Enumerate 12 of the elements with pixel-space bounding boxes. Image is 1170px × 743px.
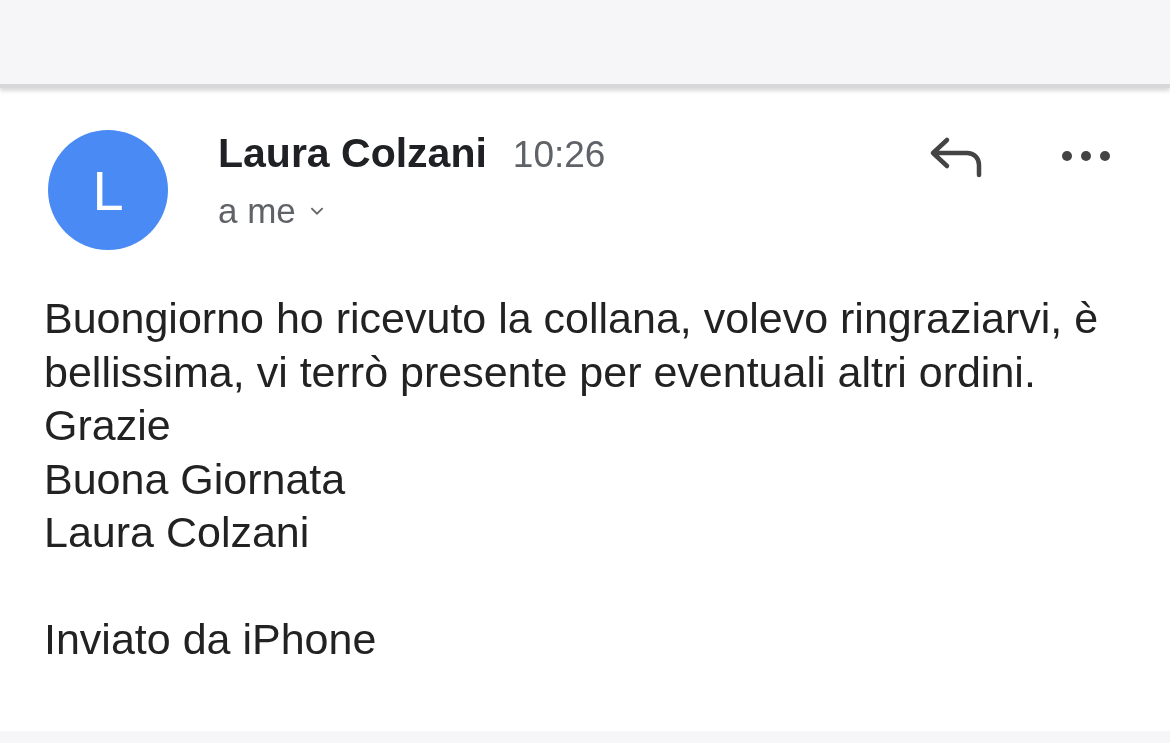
message-time: 10:26 [512, 134, 606, 176]
message-text: Buona Giornata [44, 453, 347, 505]
chevron-icon [309, 206, 324, 216]
message-text: Grazie [44, 400, 172, 451]
message-text: Buongiorno ho ricevuto la collana, volevo ringraziarvi, è [44, 293, 1100, 344]
recipient-toggle[interactable]: a me [218, 191, 324, 231]
message-text: Laura Colzani [44, 507, 311, 558]
message-text: Inviato da iPhone [44, 614, 378, 665]
more-icon[interactable] [1061, 150, 1111, 162]
sender-name: Laura Colzani [218, 130, 487, 177]
avatar: L [48, 130, 168, 250]
message-text: bellissima, vi terrò presente per eventuali altri ordini. [44, 346, 1037, 398]
